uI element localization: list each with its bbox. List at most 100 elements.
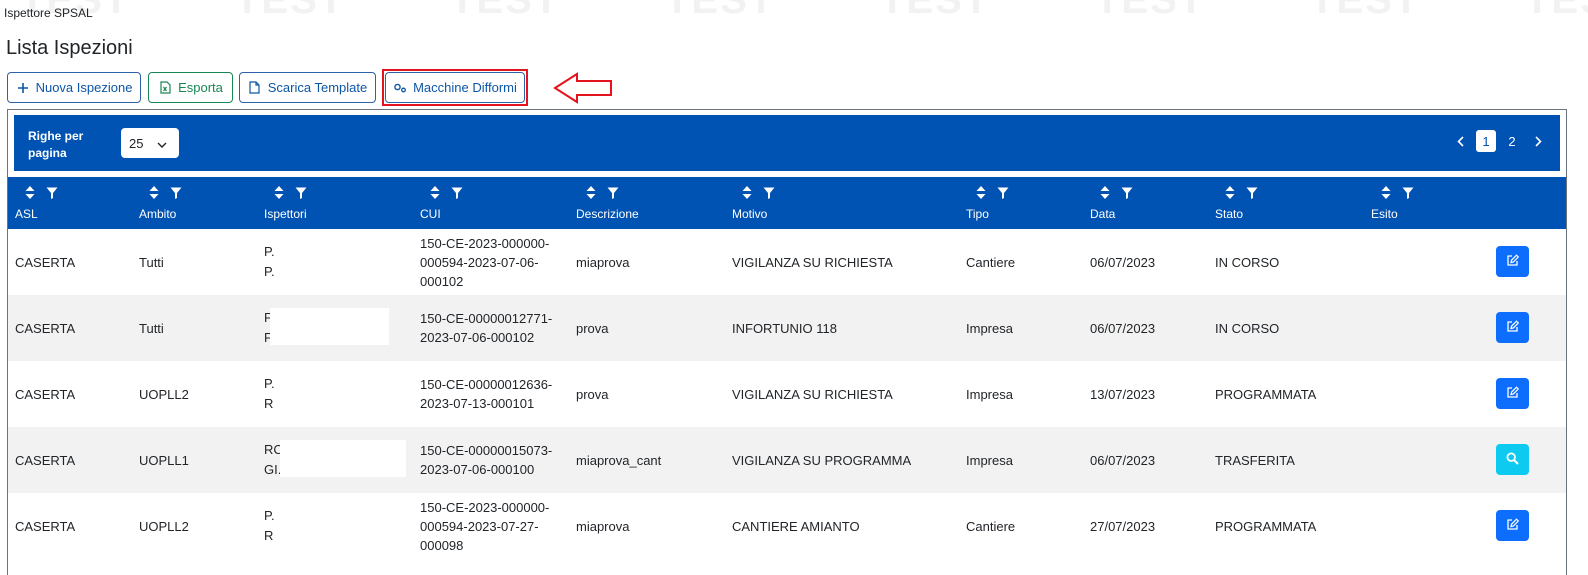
edit-button[interactable] bbox=[1496, 312, 1529, 343]
column-header-asl: ASL bbox=[15, 177, 135, 229]
watermark-text: TEST bbox=[235, 0, 346, 22]
test-watermark: TEST TEST TEST TEST TEST TEST TEST TEST bbox=[0, 0, 1588, 22]
filter-icon[interactable] bbox=[607, 187, 619, 202]
cell-descrizione: prova bbox=[576, 320, 609, 336]
table-row: CASERTA UOPLL2 P. R 150-CE-00000012636-2023-… bbox=[8, 361, 1566, 427]
table-row: CASERTA Tutti F F 150-CE-00000012771-2023-07… bbox=[8, 295, 1566, 361]
column-label: Ispettori bbox=[264, 207, 307, 221]
cell-tipo: Impresa bbox=[966, 452, 1013, 468]
inspector-name: R bbox=[264, 528, 274, 543]
filter-icon[interactable] bbox=[295, 187, 307, 202]
new-inspection-button[interactable]: Nuova Ispezione bbox=[7, 72, 141, 103]
watermark-text: TEST bbox=[665, 0, 776, 22]
file-icon bbox=[248, 81, 262, 95]
rows-per-page-value: 25 bbox=[129, 135, 144, 151]
cell-data: 06/07/2023 bbox=[1090, 320, 1156, 336]
filter-icon[interactable] bbox=[763, 187, 775, 202]
page-title: Lista Ispezioni bbox=[6, 37, 133, 59]
rows-per-page-label: Righe per pagina bbox=[28, 129, 84, 160]
filter-icon[interactable] bbox=[997, 187, 1009, 202]
pagination: 1 2 bbox=[1450, 130, 1548, 152]
rows-per-page-select[interactable]: 25 bbox=[121, 128, 179, 158]
highlight-box bbox=[382, 69, 528, 106]
inspector-name: R bbox=[264, 396, 274, 411]
column-header-motivo: Motivo bbox=[732, 177, 852, 229]
sort-icon[interactable] bbox=[1100, 186, 1110, 202]
app-title: Ispettore SPSAL bbox=[4, 6, 93, 20]
watermark-text: TEST bbox=[1525, 0, 1588, 22]
cell-motivo: INFORTUNIO 118 bbox=[732, 320, 837, 336]
edit-button[interactable] bbox=[1496, 510, 1529, 541]
sort-icon[interactable] bbox=[274, 186, 284, 202]
export-button[interactable]: Esporta bbox=[148, 72, 233, 103]
filter-icon[interactable] bbox=[46, 187, 58, 202]
table-row: CASERTA UOPLL2 P. R 150-CE-2023-000000-00059… bbox=[8, 493, 1566, 559]
column-label: ASL bbox=[15, 207, 38, 221]
column-label: Data bbox=[1090, 207, 1116, 221]
page-2-button[interactable]: 2 bbox=[1502, 130, 1522, 152]
next-page-icon[interactable] bbox=[1528, 130, 1548, 152]
table-body: CASERTA Tutti P. P. 150-CE-2023-000000-00059… bbox=[8, 229, 1566, 559]
edit-icon bbox=[1506, 517, 1520, 534]
cell-data: 27/07/2023 bbox=[1090, 518, 1156, 534]
cell-ispettori: P. P. bbox=[264, 229, 275, 295]
sort-icon[interactable] bbox=[430, 186, 440, 202]
view-button[interactable] bbox=[1496, 444, 1529, 475]
prev-page-icon[interactable] bbox=[1450, 130, 1470, 152]
filter-icon[interactable] bbox=[451, 187, 463, 202]
column-label: Ambito bbox=[139, 207, 177, 221]
sort-icon[interactable] bbox=[976, 186, 986, 202]
redaction-mask bbox=[280, 440, 406, 477]
inspections-table: Righe per pagina 25 1 2 ASL Ambito Ispetto… bbox=[7, 109, 1567, 575]
cell-ambito: UOPLL2 bbox=[139, 518, 189, 534]
cell-cui: 150-CE-2023-000000-000594-2023-07-06-000… bbox=[420, 235, 550, 289]
search-icon bbox=[1506, 451, 1519, 468]
sort-icon[interactable] bbox=[1381, 186, 1391, 202]
cell-asl: CASERTA bbox=[15, 320, 76, 336]
cell-cui: 150-CE-00000015073-2023-07-06-000100 bbox=[420, 443, 553, 477]
sort-icon[interactable] bbox=[149, 186, 159, 202]
column-header-esito: Esito bbox=[1371, 177, 1491, 229]
sort-icon[interactable] bbox=[742, 186, 752, 202]
edit-button[interactable] bbox=[1496, 378, 1529, 409]
cell-descrizione: miaprova bbox=[576, 254, 630, 270]
cell-ispettori: P. R bbox=[264, 361, 275, 427]
edit-icon bbox=[1506, 385, 1520, 402]
cell-tipo: Cantiere bbox=[966, 518, 1016, 534]
column-label: Esito bbox=[1371, 207, 1398, 221]
download-template-button[interactable]: Scarica Template bbox=[239, 72, 376, 103]
cell-asl: CASERTA bbox=[15, 254, 76, 270]
cell-ambito: UOPLL1 bbox=[139, 452, 189, 468]
edit-button[interactable] bbox=[1496, 246, 1529, 277]
sort-icon[interactable] bbox=[1225, 186, 1235, 202]
inspector-name: GI. bbox=[264, 462, 282, 477]
sort-icon[interactable] bbox=[25, 186, 35, 202]
column-label: CUI bbox=[420, 207, 441, 221]
filter-icon[interactable] bbox=[1246, 187, 1258, 202]
column-header-data: Data bbox=[1090, 177, 1210, 229]
inspector-name: P. bbox=[264, 376, 275, 391]
filter-icon[interactable] bbox=[1402, 187, 1414, 202]
pagination-bar: Righe per pagina 25 1 2 bbox=[14, 115, 1560, 171]
cell-stato: PROGRAMMATA bbox=[1215, 518, 1317, 534]
cell-stato: IN CORSO bbox=[1215, 320, 1280, 336]
inspector-name: P. bbox=[264, 508, 275, 523]
column-header-descrizione: Descrizione bbox=[576, 177, 696, 229]
filter-icon[interactable] bbox=[170, 187, 182, 202]
cell-asl: CASERTA bbox=[15, 452, 76, 468]
column-header-tipo: Tipo bbox=[966, 177, 1086, 229]
watermark-text: TEST bbox=[880, 0, 991, 22]
cell-stato: PROGRAMMATA bbox=[1215, 386, 1317, 402]
new-inspection-label: Nuova Ispezione bbox=[35, 80, 133, 95]
cell-stato: IN CORSO bbox=[1215, 254, 1280, 270]
cell-motivo: VIGILANZA SU PROGRAMMA bbox=[732, 452, 912, 468]
filter-icon[interactable] bbox=[1121, 187, 1133, 202]
cell-motivo: VIGILANZA SU RICHIESTA bbox=[732, 254, 893, 270]
cell-cui: 150-CE-00000012636-2023-07-13-000101 bbox=[420, 377, 553, 411]
page-1-button[interactable]: 1 bbox=[1476, 130, 1496, 152]
export-label: Esporta bbox=[178, 80, 223, 95]
sort-icon[interactable] bbox=[586, 186, 596, 202]
cell-ambito: UOPLL2 bbox=[139, 386, 189, 402]
arrow-left-annotation bbox=[553, 71, 613, 110]
edit-icon bbox=[1506, 319, 1520, 336]
